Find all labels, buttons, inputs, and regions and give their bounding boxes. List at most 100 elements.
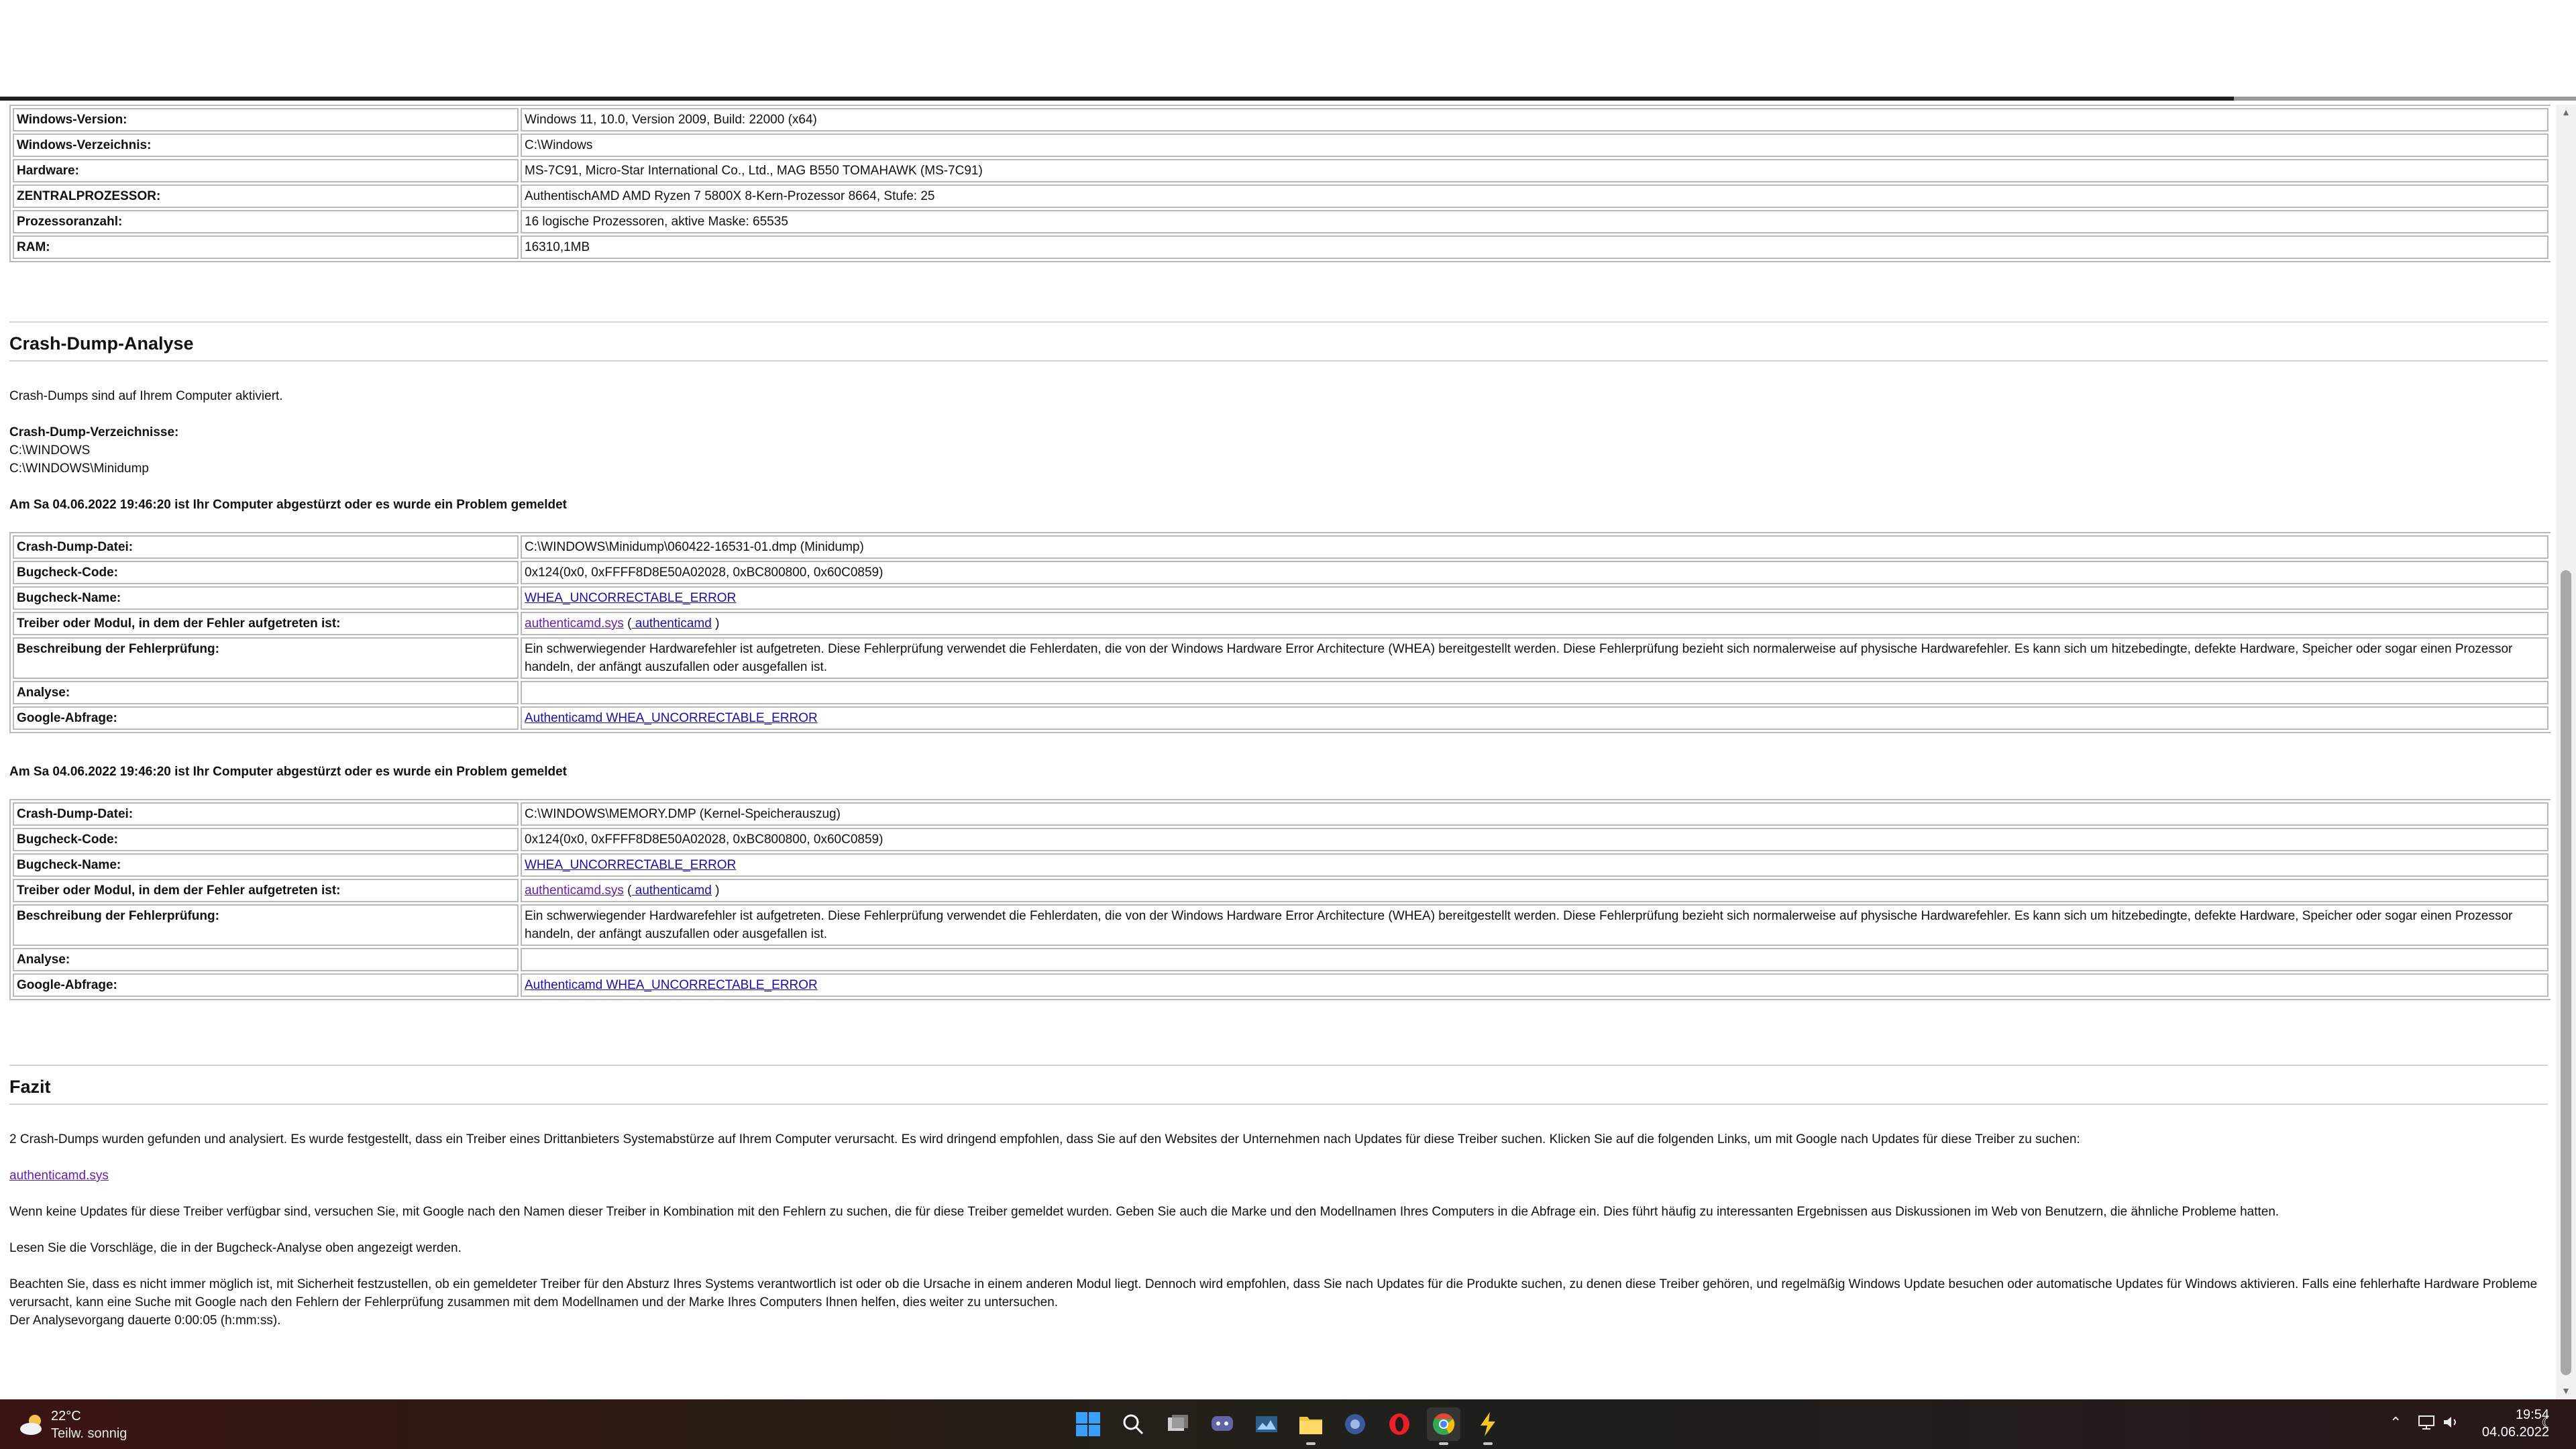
table-row: Treiber oder Modul, in dem der Fehler au… [13, 879, 2548, 902]
driver-paren-close: ) [711, 616, 720, 631]
scrollbar-thumb[interactable] [2561, 570, 2571, 1375]
analysis-value [521, 681, 2548, 704]
table-value: C:\Windows [521, 133, 2548, 157]
crash-event-heading: Am Sa 04.06.2022 19:46:20 ist Ihr Comput… [9, 498, 568, 512]
google-query-link[interactable]: Authenticamd WHEA_UNCORRECTABLE_ERROR [525, 711, 818, 725]
volume-icon[interactable] [2442, 1414, 2461, 1434]
table-key: Crash-Dump-Datei: [13, 535, 519, 559]
table-row: Beschreibung der Fehlerprüfung: Ein schwe… [13, 637, 2548, 679]
clock-time: 19:54 [2515, 1407, 2549, 1422]
crash-dump-dirs-label: Crash-Dump-Verzeichnisse: [9, 425, 179, 439]
window-edge [2234, 97, 2576, 101]
conclusion-text: Wenn keine Updates für diese Treiber ver… [9, 1205, 2279, 1219]
table-key: ZENTRALPROZESSOR: [13, 184, 519, 208]
google-query-link[interactable]: Authenticamd WHEA_UNCORRECTABLE_ERROR [525, 978, 818, 992]
task-view-icon[interactable] [1161, 1407, 1195, 1441]
crash-dump-dir: C:\WINDOWS [9, 443, 91, 458]
table-key: Prozessoranzahl: [13, 210, 519, 233]
opera-icon[interactable] [1383, 1407, 1416, 1441]
weather-desc: Teilw. sonnig [51, 1426, 127, 1441]
table-row: Hardware: MS-7C91, Micro-Star Internation… [13, 159, 2548, 182]
table-key: Beschreibung der Fehlerprüfung: [13, 904, 519, 946]
driver-link[interactable]: authenticamd.sys [525, 883, 624, 898]
scroll-up-arrow-icon[interactable]: ▲ [2560, 106, 2572, 118]
table-key: Bugcheck-Name: [13, 853, 519, 877]
table-key: Beschreibung der Fehlerprüfung: [13, 637, 519, 679]
table-key: Bugcheck-Name: [13, 586, 519, 610]
table-key: Bugcheck-Code: [13, 828, 519, 851]
table-key: Windows-Verzeichnis: [13, 133, 519, 157]
network-icon[interactable] [2418, 1414, 2436, 1434]
table-key: Windows-Version: [13, 108, 519, 131]
table-row: Bugcheck-Name: WHEA_UNCORRECTABLE_ERROR [13, 853, 2548, 877]
app-chrome [0, 0, 2576, 101]
bugcheck-name-link[interactable]: WHEA_UNCORRECTABLE_ERROR [525, 591, 736, 605]
driver-paren-close: ) [711, 883, 720, 898]
file-explorer-icon[interactable] [1294, 1407, 1328, 1445]
table-key: Analyse: [13, 681, 519, 704]
bugcheck-name-link[interactable]: WHEA_UNCORRECTABLE_ERROR [525, 858, 736, 872]
section-title-crash-dump: Crash-Dump-Analyse [9, 333, 194, 354]
chat-icon[interactable] [1205, 1407, 1239, 1441]
weather-widget[interactable]: 22°C Teilw. sonnig [17, 1407, 178, 1442]
table-value: AuthentischAMD AMD Ryzen 7 5800X 8-Kern-… [521, 184, 2548, 208]
conclusion-text: 2 Crash-Dumps wurden gefunden und analys… [9, 1132, 2080, 1146]
table-key: Hardware: [13, 159, 519, 182]
table-row: Google-Abfrage: Authenticamd WHEA_UNCORRE… [13, 706, 2548, 730]
search-icon[interactable] [1116, 1407, 1150, 1441]
table-value: Windows 11, 10.0, Version 2009, Build: 2… [521, 108, 2548, 131]
table-row: RAM: 16310,1MB [13, 235, 2548, 259]
table-row: Analyse: [13, 681, 2548, 704]
bugcheck-description: Ein schwerwiegender Hardwarefehler ist a… [521, 637, 2548, 679]
analysis-duration: Der Analysevorgang dauerte 0:00:05 (h:mm… [9, 1313, 281, 1328]
table-row: ZENTRALPROZESSOR: AuthentischAMD AMD Ryze… [13, 184, 2548, 208]
clock[interactable]: 19:54 04.06.2022 [2469, 1406, 2549, 1441]
table-row: Treiber oder Modul, in dem der Fehler au… [13, 612, 2548, 635]
table-row: Crash-Dump-Datei: C:\WINDOWS\MEMORY.DMP (… [13, 802, 2548, 826]
module-link[interactable]: authenticamd [631, 883, 712, 898]
chevron-up-icon[interactable]: ⌃ [2390, 1414, 2402, 1432]
conclusion-text: Lesen Sie die Vorschläge, die in der Bug… [9, 1241, 462, 1255]
table-row: Analyse: [13, 948, 2548, 971]
clock-date: 04.06.2022 [2481, 1425, 2549, 1440]
driver-search-link[interactable]: authenticamd.sys [9, 1169, 109, 1183]
table-row: Windows-Verzeichnis: C:\Windows [13, 133, 2548, 157]
crash-dump-dir: C:\WINDOWS\Minidump [9, 462, 149, 476]
table-row: Google-Abfrage: Authenticamd WHEA_UNCORRE… [13, 973, 2548, 997]
crash-dump-table: Crash-Dump-Datei: C:\WINDOWS\MEMORY.DMP (… [9, 799, 2551, 1000]
table-row: Windows-Version: Windows 11, 10.0, Versio… [13, 108, 2548, 131]
scroll-down-arrow-icon[interactable]: ▼ [2560, 1385, 2572, 1397]
table-key: Analyse: [13, 948, 519, 971]
app-icon[interactable] [1338, 1407, 1372, 1441]
conclusion-text: Beachten Sie, dass es nicht immer möglic… [9, 1277, 2538, 1309]
table-row: Bugcheck-Code: 0x124(0x0, 0xFFFF8D8E50A02… [13, 561, 2548, 584]
table-row: Crash-Dump-Datei: C:\WINDOWS\Minidump\060… [13, 535, 2548, 559]
analysis-value [521, 948, 2548, 971]
bugcheck-name-cell: WHEA_UNCORRECTABLE_ERROR [521, 586, 2548, 610]
module-link[interactable]: authenticamd [631, 616, 712, 631]
winamp-icon[interactable] [1471, 1407, 1505, 1445]
table-value: 16 logische Prozessoren, aktive Maske: 6… [521, 210, 2548, 233]
widgets-icon[interactable] [1250, 1407, 1283, 1441]
windows-start-icon[interactable] [1071, 1407, 1105, 1441]
crash-dumps-enabled-text: Crash-Dumps sind auf Ihrem Computer akti… [9, 389, 283, 403]
table-key: Treiber oder Modul, in dem der Fehler au… [13, 612, 519, 635]
crash-dump-table: Crash-Dump-Datei: C:\WINDOWS\Minidump\060… [9, 532, 2551, 733]
table-key: Crash-Dump-Datei: [13, 802, 519, 826]
table-key: Google-Abfrage: [13, 706, 519, 730]
driver-cell: authenticamd.sys ( authenticamd ) [521, 879, 2548, 902]
chrome-icon[interactable] [1427, 1407, 1460, 1445]
table-key: Bugcheck-Code: [13, 561, 519, 584]
notification-moon-icon[interactable]: ☾ [2541, 1414, 2555, 1432]
google-query-cell: Authenticamd WHEA_UNCORRECTABLE_ERROR [521, 973, 2548, 997]
bugcheck-description: Ein schwerwiegender Hardwarefehler ist a… [521, 904, 2548, 946]
weather-temp: 22°C [51, 1409, 81, 1424]
taskbar: 22°C Teilw. sonnig ⌃ 19:54 04.06.2022 ☾ [0, 1399, 2576, 1449]
conclusion-driver-line: authenticamd.sys [9, 1167, 2551, 1185]
driver-link[interactable]: authenticamd.sys [525, 616, 624, 631]
system-info-table: Windows-Version: Windows 11, 10.0, Versio… [9, 105, 2551, 262]
bugcheck-code: 0x124(0x0, 0xFFFF8D8E50A02028, 0xBC80080… [521, 828, 2548, 851]
driver-paren-open: ( [623, 616, 632, 631]
table-key: Google-Abfrage: [13, 973, 519, 997]
table-row: Bugcheck-Code: 0x124(0x0, 0xFFFF8D8E50A02… [13, 828, 2548, 851]
